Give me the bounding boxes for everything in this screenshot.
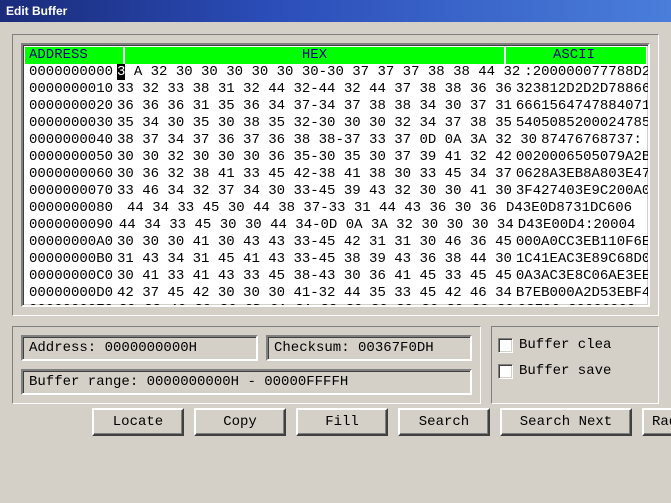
header-hex: HEX xyxy=(125,47,504,64)
buffer-clear-checkbox[interactable]: Buffer clea xyxy=(498,337,652,353)
ascii-cell: 0628A3EB8A803E47 xyxy=(512,166,650,183)
checksum-field: Checksum: 00367F0DH xyxy=(266,335,472,361)
range-field: Buffer range: 0000000000H - 00000FFFFH xyxy=(21,369,472,395)
addr-cell: 0000000070 xyxy=(25,183,113,200)
addr-cell: 00000000E0 xyxy=(25,302,115,307)
hex-cell[interactable]: 44 34 33 45 30 44 38 37-33 31 44 43 36 3… xyxy=(123,200,502,217)
hex-row: 000000007033 46 34 32 37 34 30 33-45 39 … xyxy=(25,183,646,200)
hex-row: 00000000A030 30 30 41 30 43 43 33-45 42 … xyxy=(25,234,646,251)
ascii-cell: 1C41EAC3E89C68D0 xyxy=(512,251,650,268)
hex-cell[interactable]: 38 37 34 37 36 37 36 38 38-37 33 37 0D 0… xyxy=(113,132,537,149)
ascii-cell: 323812D2D2D78866 xyxy=(512,81,650,98)
addr-cell: 0000000050 xyxy=(25,149,113,166)
checkbox-icon xyxy=(498,338,513,353)
locate-button[interactable]: Locate xyxy=(92,408,184,436)
hex-row: 000000004038 37 34 37 36 37 36 38 38-37 … xyxy=(25,132,646,149)
button-bar: Locate Copy Fill Search Search Next Rad xyxy=(12,404,659,436)
addr-cell: 0000000090 xyxy=(25,217,115,234)
hex-row: 00000000C030 41 33 41 43 33 45 38-43 30 … xyxy=(25,268,646,285)
address-label: Address: xyxy=(29,340,96,356)
addr-cell: 0000000030 xyxy=(25,115,113,132)
hex-row: 000000001033 32 33 38 31 32 44 32-44 32 … xyxy=(25,81,646,98)
ascii-cell: 6661564747884071 xyxy=(512,98,650,115)
hex-row: 000000008044 34 33 45 30 44 38 37-33 31 … xyxy=(25,200,646,217)
buffer-clear-label: Buffer clea xyxy=(519,337,611,353)
addr-cell: 00000000B0 xyxy=(25,251,113,268)
hex-cell[interactable]: 35 34 30 35 30 38 35 32-30 30 30 32 34 3… xyxy=(113,115,512,132)
hex-rows: 00000000003 A 32 30 30 30 30 30 30-30 37… xyxy=(25,64,646,307)
hex-cell[interactable]: 33 32 33 38 31 32 44 32-44 32 44 37 38 3… xyxy=(113,81,512,98)
hex-header-row: ADDRESS HEX ASCII xyxy=(25,47,646,64)
ascii-cell: 87476768737: 20 xyxy=(537,132,650,149)
hex-group: ADDRESS HEX ASCII 00000000003 A 32 30 30… xyxy=(12,34,659,316)
hex-panel[interactable]: ADDRESS HEX ASCII 00000000003 A 32 30 30… xyxy=(21,43,650,307)
ascii-cell: 3F427403E9C200A0 xyxy=(512,183,650,200)
hex-cell[interactable]: 36 36 36 31 35 36 34 37-34 37 38 38 34 3… xyxy=(113,98,512,115)
info-left-panel: Address: 0000000000H Checksum: 00367F0DH… xyxy=(12,326,481,404)
copy-button[interactable]: Copy xyxy=(194,408,286,436)
addr-cell: 0000000040 xyxy=(25,132,113,149)
address-value: 0000000000H xyxy=(105,340,197,356)
client-area: ADDRESS HEX ASCII 00000000003 A 32 30 30… xyxy=(0,22,671,448)
range-label: Buffer range: xyxy=(29,374,138,390)
addr-cell: 0000000060 xyxy=(25,166,113,183)
hex-row: 00000000D042 37 45 42 30 30 30 41-32 44 … xyxy=(25,285,646,302)
ascii-cell: D43E00D4:20004 xyxy=(514,217,646,234)
search-button[interactable]: Search xyxy=(398,408,490,436)
addr-cell: 0000000020 xyxy=(25,98,113,115)
hex-cell[interactable]: 30 30 32 30 30 30 36 35-30 35 30 37 39 4… xyxy=(113,149,512,166)
hex-cell[interactable]: 31 43 34 31 45 41 43 33-45 38 39 43 36 3… xyxy=(113,251,512,268)
hex-cell[interactable]: 3 A 32 30 30 30 30 30 30-30 37 37 37 38 … xyxy=(113,64,520,81)
ascii-cell: 5405085200024785 xyxy=(512,115,650,132)
addr-cell: 0000000000 xyxy=(25,64,113,81)
buffer-save-label: Buffer save xyxy=(519,363,611,379)
ascii-cell: 93F96:20006000 xyxy=(514,302,646,307)
buffer-save-checkbox[interactable]: Buffer save xyxy=(498,363,652,379)
addr-cell: 00000000A0 xyxy=(25,234,113,251)
header-address: ADDRESS xyxy=(25,47,123,64)
ascii-cell: 0A3AC3E8C06AE3EE xyxy=(512,268,650,285)
addr-cell: 0000000010 xyxy=(25,81,113,98)
checksum-value: 00367F0DH xyxy=(358,340,434,356)
hex-row: 000000003035 34 30 35 30 38 35 32-30 30 … xyxy=(25,115,646,132)
hex-row: 000000009044 34 33 45 30 30 44 34-0D 0A … xyxy=(25,217,646,234)
hex-cell[interactable]: 44 34 33 45 30 30 44 34-0D 0A 3A 32 30 3… xyxy=(115,217,514,234)
hex-row: 000000005030 30 32 30 30 30 36 35-30 35 … xyxy=(25,149,646,166)
ascii-cell: :200000077788D2 xyxy=(520,64,650,81)
search-next-button[interactable]: Search Next xyxy=(500,408,632,436)
options-panel: Buffer clea Buffer save xyxy=(491,326,659,404)
addr-cell: 00000000D0 xyxy=(25,285,113,302)
hex-row: 00000000B031 43 34 31 45 41 43 33-45 38 … xyxy=(25,251,646,268)
checkbox-icon xyxy=(498,364,513,379)
hex-cell[interactable]: 30 36 32 38 41 33 45 42-38 41 38 30 33 4… xyxy=(113,166,512,183)
hex-row: 00000000003 A 32 30 30 30 30 30 30-30 37… xyxy=(25,64,646,81)
ascii-cell: 0020006505079A2B xyxy=(512,149,650,166)
hex-row: 000000002036 36 36 31 35 36 34 37-34 37 … xyxy=(25,98,646,115)
window-title: Edit Buffer xyxy=(6,4,67,18)
hex-row: 00000000E039 33 46 39 36 0D 0A 3A-32 30 … xyxy=(25,302,646,307)
addr-cell: 0000000080 xyxy=(25,200,123,217)
hex-cell[interactable]: 42 37 45 42 30 30 30 41-32 44 35 33 45 4… xyxy=(113,285,512,302)
title-bar: Edit Buffer xyxy=(0,0,671,22)
fill-button[interactable]: Fill xyxy=(296,408,388,436)
cursor[interactable]: 3 xyxy=(117,64,125,80)
checksum-label: Checksum: xyxy=(274,340,350,356)
ascii-cell: D43E0D8731DC606 xyxy=(502,200,646,217)
hex-cell[interactable]: 39 33 46 39 36 0D 0A 3A-32 30 30 30 36 3… xyxy=(115,302,514,307)
hex-cell[interactable]: 30 30 30 41 30 43 43 33-45 42 31 31 30 4… xyxy=(113,234,512,251)
range-value: 0000000000H - 00000FFFFH xyxy=(147,374,349,390)
header-ascii: ASCII xyxy=(506,47,646,64)
addr-cell: 00000000C0 xyxy=(25,268,113,285)
hex-row: 000000006030 36 32 38 41 33 45 42-38 41 … xyxy=(25,166,646,183)
ascii-cell: B7EB000A2D53EBF4 xyxy=(512,285,650,302)
hex-cell[interactable]: 30 41 33 41 43 33 45 38-43 30 36 41 45 3… xyxy=(113,268,512,285)
radix-button[interactable]: Rad xyxy=(642,408,671,436)
info-row: Address: 0000000000H Checksum: 00367F0DH… xyxy=(12,326,659,404)
ascii-cell: 000A0CC3EB110F6E xyxy=(512,234,650,251)
hex-cell[interactable]: 33 46 34 32 37 34 30 33-45 39 43 32 30 3… xyxy=(113,183,512,200)
address-field: Address: 0000000000H xyxy=(21,335,258,361)
